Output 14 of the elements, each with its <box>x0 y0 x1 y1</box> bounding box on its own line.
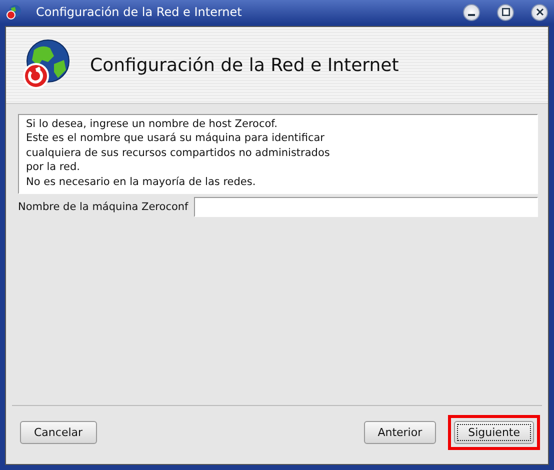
close-button[interactable] <box>531 4 548 20</box>
description-text: Si lo desea, ingrese un nombre de host Zerocof. Este es el nombre que usará su máquina para identificar cualquiera de sus recursos compartidos no administrados por la red. No es necesario en la mayoría de las redes. <box>18 114 538 194</box>
globe-icon <box>6 4 22 20</box>
wizard-button[interactable]: Siguiente <box>454 421 534 444</box>
wizard-button[interactable]: Cancelar <box>20 421 97 444</box>
field-label: Nombre de la máquina Zeroconf <box>18 201 188 214</box>
window-title: Configuración de la Red e Internet <box>36 5 243 19</box>
minimize-button[interactable] <box>463 4 480 20</box>
close-icon <box>536 8 544 16</box>
wizard-button[interactable]: Anterior <box>364 421 436 444</box>
page-title: Configuración de la Red e Internet <box>90 54 399 76</box>
maximize-button[interactable] <box>497 4 514 20</box>
maximize-icon <box>502 8 510 16</box>
hostname-field[interactable] <box>194 197 538 218</box>
